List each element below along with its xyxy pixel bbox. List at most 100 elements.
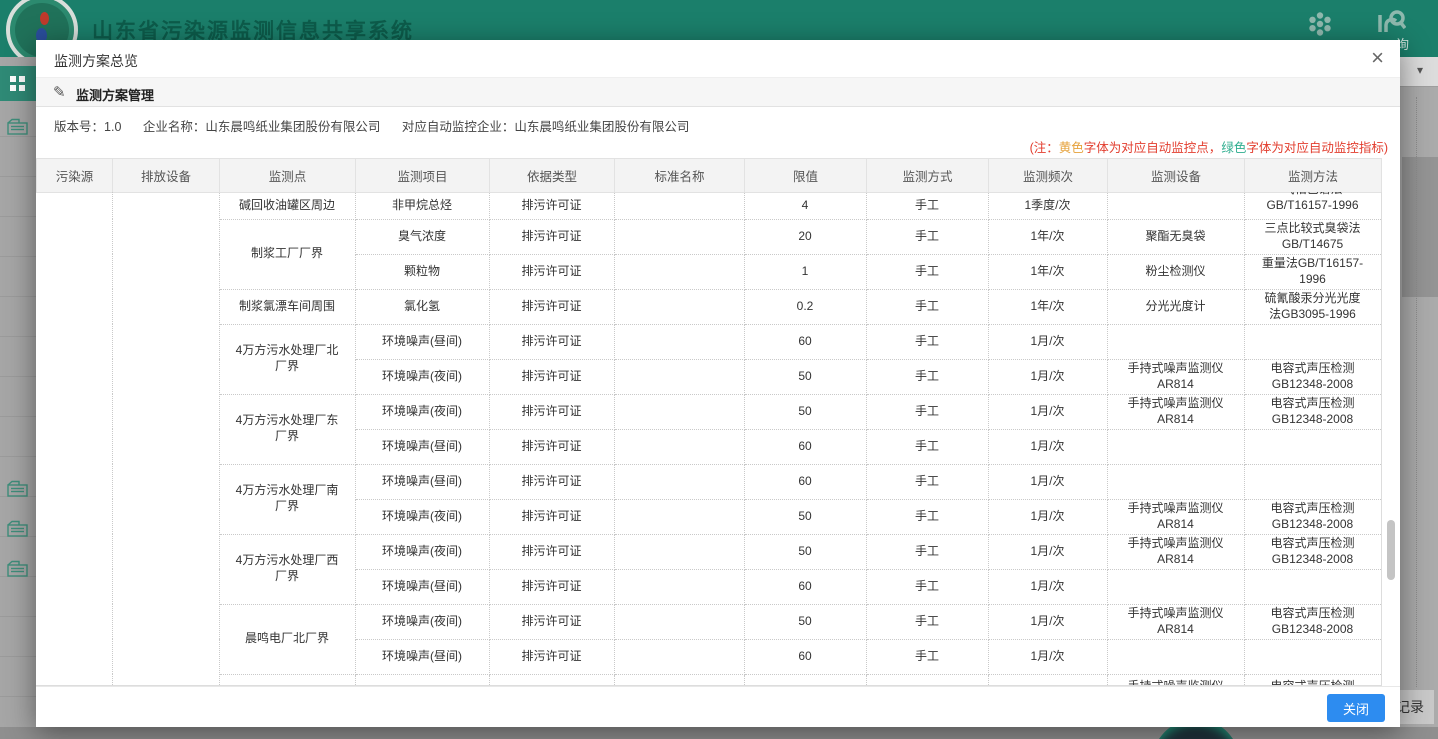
table-cell: 排污许可证 [489, 289, 614, 324]
modal-scrollbar-thumb[interactable] [1387, 520, 1395, 580]
folder-icon[interactable] [7, 118, 29, 136]
table-cell: 4 [744, 192, 866, 219]
table-cell: 手工 [866, 192, 988, 219]
plan-table-header-row: 污染源排放设备监测点监测项目依据类型标准名称限值监测方式监测频次监测设备监测方法 [37, 159, 1382, 193]
table-cell [112, 192, 219, 686]
table-cell: 粉尘检测仪 [1107, 254, 1244, 289]
table-cell: 环境噪声(夜间) [355, 394, 489, 429]
table-cell: 手工 [866, 464, 988, 499]
table-cell: 环境噪声(夜间) [355, 359, 489, 394]
background-dropdown[interactable]: ▾ [1400, 57, 1438, 87]
table-cell: 环境噪声(夜间) [355, 534, 489, 569]
color-legend-note: (注：黄色字体为对应自动监控点，绿色字体为对应自动监控指标) [1030, 137, 1388, 156]
section-header: ✎ 监测方案管理 [36, 77, 1400, 107]
table-cell [1244, 464, 1381, 499]
table-cell: 手持式噪声监测仪 AR814 [1107, 499, 1244, 534]
table-cell [614, 604, 744, 639]
table-cell: 1月/次 [988, 464, 1107, 499]
folder-icon[interactable] [7, 560, 29, 578]
background-scrollbar[interactable] [1402, 157, 1438, 297]
monitoring-plan-modal: 监测方案总览 × ✎ 监测方案管理 版本号：1.0 企业名称：山东晨鸣纸业集团股… [36, 40, 1400, 727]
table-cell: 手工 [866, 429, 988, 464]
version-label: 版本号： [54, 120, 104, 134]
close-button[interactable]: 关闭 [1327, 694, 1385, 722]
section-title: 监测方案管理 [76, 85, 154, 104]
table-cell [744, 674, 866, 686]
table-cell [219, 674, 355, 686]
table-cell: 环境噪声(夜间) [355, 604, 489, 639]
table-cell: 电容式声压检测 GB12348-2008 [1244, 394, 1381, 429]
table-cell: 1年/次 [988, 289, 1107, 324]
sidebar [0, 57, 36, 739]
table-cell [614, 674, 744, 686]
table-cell: 聚酯无臭袋 [1107, 219, 1244, 254]
apps-grid-icon[interactable] [1306, 10, 1334, 38]
note-green-word: 绿色 [1221, 141, 1246, 155]
plan-table-body: 碱回收油罐区周边非甲烷总烃排污许可证4手工1季度/次气相色谱法 GB/T1615… [36, 192, 1381, 686]
table-cell: 手工 [866, 604, 988, 639]
table-cell: 1月/次 [988, 359, 1107, 394]
table-cell [1107, 639, 1244, 674]
modal-footer: 关闭 [36, 686, 1400, 727]
plan-table-header: 污染源排放设备监测点监测项目依据类型标准名称限值监测方式监测频次监测设备监测方法 [36, 158, 1382, 193]
table-cell [614, 359, 744, 394]
table-cell: 排污许可证 [489, 254, 614, 289]
table-cell: 排污许可证 [489, 534, 614, 569]
table-cell: 1月/次 [988, 639, 1107, 674]
table-cell [614, 464, 744, 499]
company-value: 山东晨鸣纸业集团股份有限公司 [205, 120, 380, 134]
table-cell: 环境噪声(昼间) [355, 464, 489, 499]
folder-icon[interactable] [7, 480, 29, 498]
table-cell: 排污许可证 [489, 499, 614, 534]
table-cell: 60 [744, 569, 866, 604]
grid-icon [10, 76, 25, 91]
table-cell [1107, 569, 1244, 604]
table-cell: 60 [744, 639, 866, 674]
table-cell [614, 324, 744, 359]
note-prefix: (注： [1030, 141, 1059, 155]
table-cell [614, 219, 744, 254]
table-cell [614, 254, 744, 289]
table-cell: 三点比较式臭袋法 GB/T14675 [1244, 219, 1381, 254]
table-cell: 1月/次 [988, 534, 1107, 569]
table-cell: 4万方污水处理厂南 厂界 [219, 464, 355, 534]
close-icon[interactable]: × [1371, 47, 1384, 69]
column-header: 监测项目 [356, 159, 490, 193]
table-cell: 环境噪声(夜间) [355, 499, 489, 534]
table-cell: 臭气浓度 [355, 219, 489, 254]
table-row: 制浆工厂厂界臭气浓度排污许可证20手工1年/次聚酯无臭袋三点比较式臭袋法 GB/… [36, 219, 1381, 254]
person-search-icon[interactable] [1374, 6, 1406, 36]
table-cell: 50 [744, 604, 866, 639]
table-cell: 分光光度计 [1107, 289, 1244, 324]
table-cell: 手工 [866, 569, 988, 604]
table-cell: 1月/次 [988, 569, 1107, 604]
table-cell [1107, 192, 1244, 219]
background-gridline [1416, 97, 1417, 687]
chevron-down-icon[interactable]: ▾ [1417, 63, 1423, 77]
table-cell: 50 [744, 394, 866, 429]
screen: 山东省污染源监测信息共享系统 询 [0, 0, 1438, 739]
table-cell: 手工 [866, 254, 988, 289]
column-header: 限值 [745, 159, 867, 193]
table-cell: 排污许可证 [489, 324, 614, 359]
table-cell: 碱回收油罐区周边 [219, 192, 355, 219]
column-header: 监测方式 [867, 159, 989, 193]
folder-icon[interactable] [7, 520, 29, 538]
table-cell: 4万方污水处理厂西 厂界 [219, 534, 355, 604]
table-cell: 制浆氯漂车间周围 [219, 289, 355, 324]
table-cell [1244, 429, 1381, 464]
plan-table-viewport[interactable]: 碱回收油罐区周边非甲烷总烃排污许可证4手工1季度/次气相色谱法 GB/T1615… [36, 192, 1382, 686]
table-cell [36, 192, 112, 686]
table-cell: 排污许可证 [489, 604, 614, 639]
table-cell: 气相色谱法 GB/T16157-1996 [1244, 192, 1381, 219]
modal-title: 监测方案总览 [54, 51, 138, 71]
table-cell [614, 534, 744, 569]
table-cell: 电容式声压检测 GB12348-2008 [1244, 359, 1381, 394]
sidebar-item-dashboard[interactable] [0, 66, 36, 101]
table-row: 手持式噪声监测仪 AR814电容式声压检测 GB12348-2008 [36, 674, 1381, 686]
table-cell: 1月/次 [988, 324, 1107, 359]
column-header: 监测点 [220, 159, 356, 193]
table-cell: 颗粒物 [355, 254, 489, 289]
table-cell: 1月/次 [988, 499, 1107, 534]
table-cell [1107, 464, 1244, 499]
